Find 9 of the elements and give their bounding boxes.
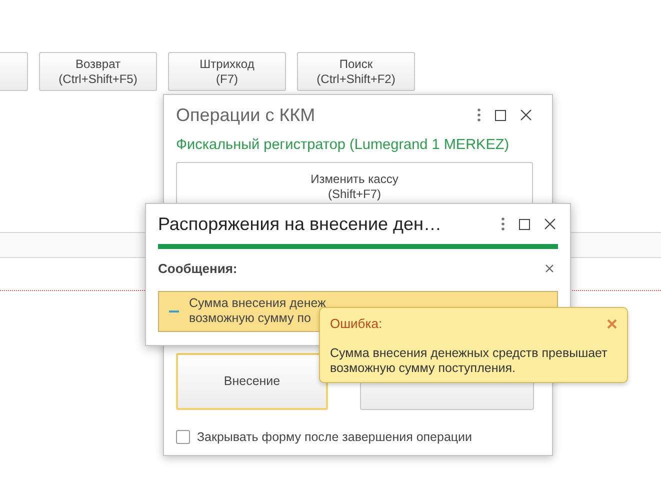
- checkbox-label: Закрывать форму после завершения операции: [197, 428, 472, 446]
- message-text: возможную сумму по: [189, 311, 312, 326]
- window-title: Операции с ККМ: [176, 104, 316, 127]
- message-text: Сумма внесения денеж: [189, 296, 326, 311]
- device-name: Фискальный регистратор (Lumegrand 1 MERKEZ): [176, 136, 510, 155]
- tooltip-text: Сумма внесения денежных средств превышает возможную сумму поступления.: [330, 346, 608, 376]
- window-title: Распоряжения на внесение ден…: [158, 212, 442, 236]
- tooltip-title: Ошибка:: [330, 315, 382, 333]
- messages-label: Сообщения:: [158, 260, 238, 278]
